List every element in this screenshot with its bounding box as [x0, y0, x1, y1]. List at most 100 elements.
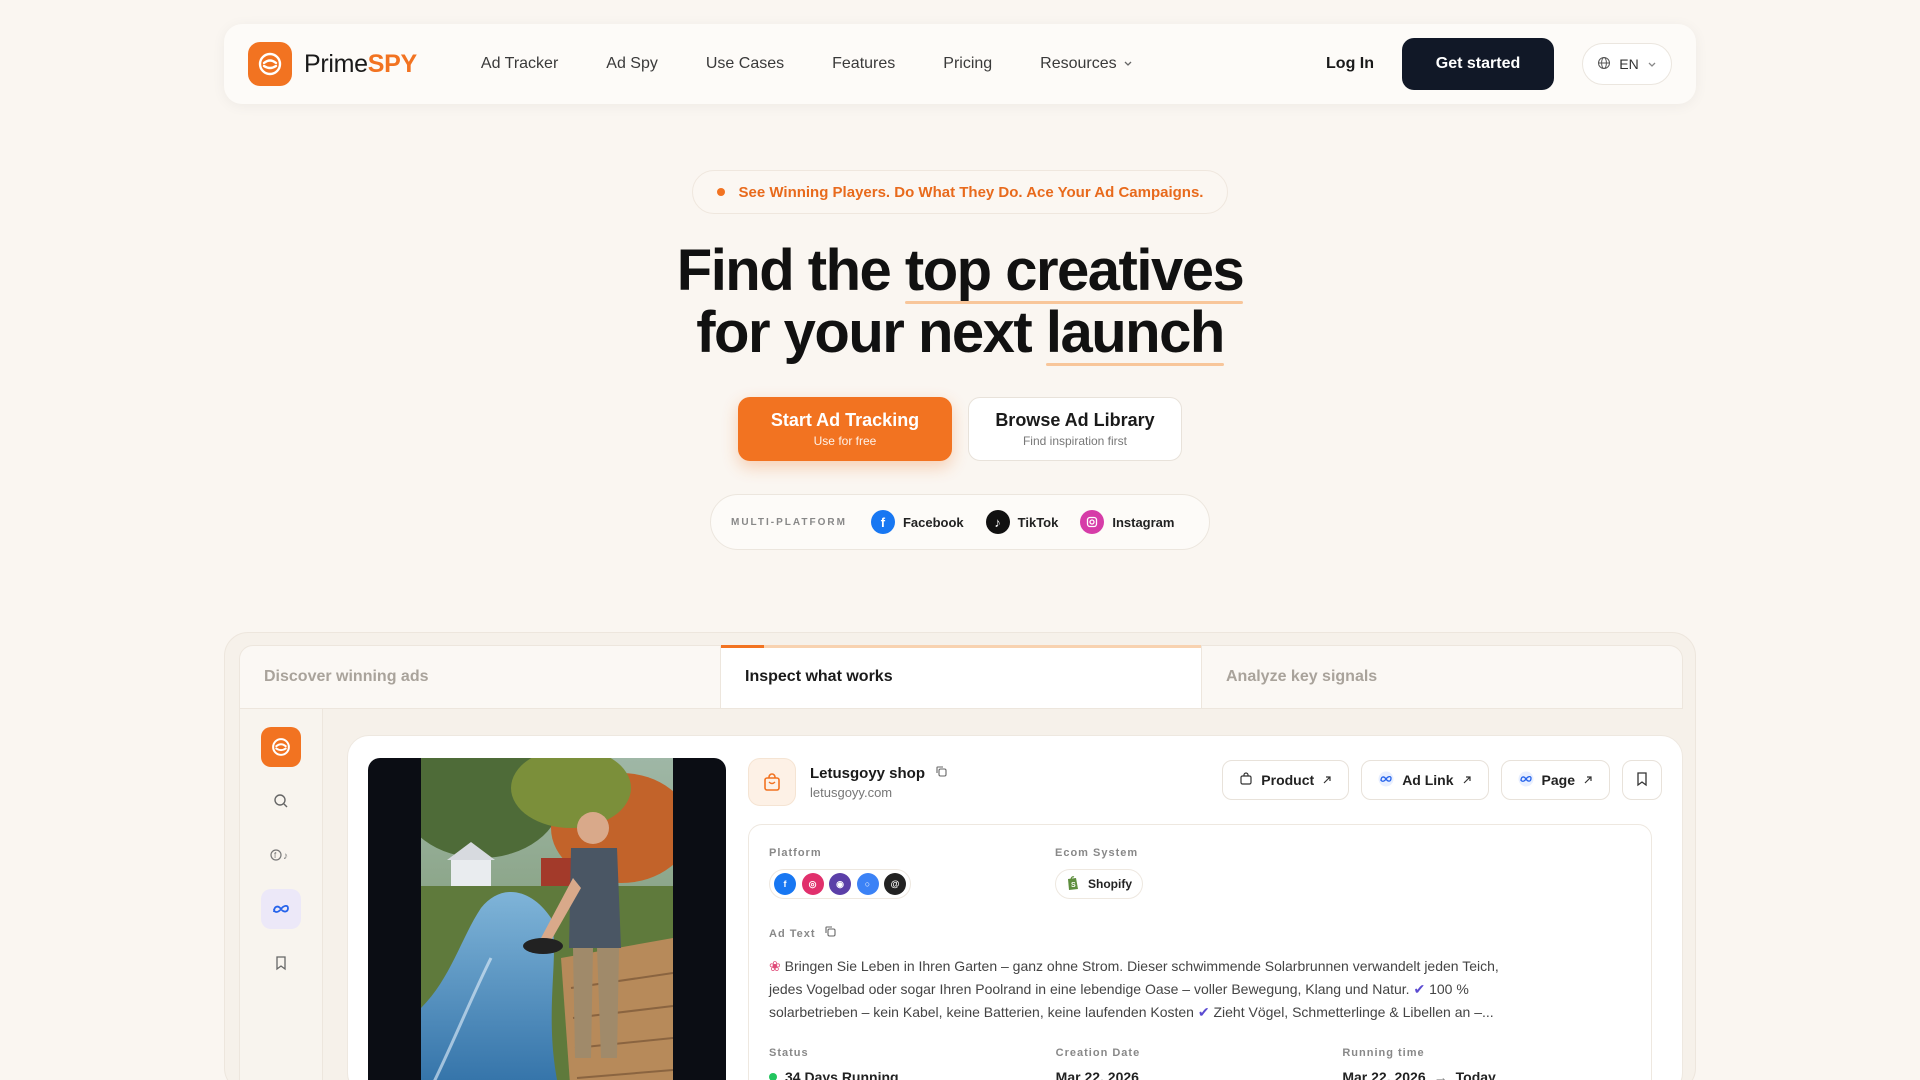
- globe-icon: [1597, 56, 1611, 73]
- platform-tiktok-label: TikTok: [1017, 514, 1059, 530]
- nav-ad-spy[interactable]: Ad Spy: [606, 55, 658, 73]
- checkmark-icon: ✔: [1413, 981, 1426, 997]
- cta-row: Start Ad Tracking Use for free Browse Ad…: [738, 397, 1182, 461]
- announcement-text: See Winning Players. Do What They Do. Ac…: [738, 183, 1204, 201]
- meta-icon: [1518, 771, 1534, 790]
- social-platforms-icon[interactable]: f ♪: [261, 835, 301, 875]
- ecom-section: Ecom System S Shopify: [1055, 847, 1143, 899]
- nav-pricing[interactable]: Pricing: [943, 55, 992, 73]
- ad-actions: Product Ad Link Page: [1222, 760, 1662, 800]
- ad-text-body: ❀ Bringen Sie Leben in Ihren Garten – ga…: [769, 958, 1499, 1020]
- platform-instagram-label: Instagram: [1112, 514, 1175, 530]
- platform-icon-row: f ◎ ◉ ○ @: [769, 869, 911, 899]
- nav-features[interactable]: Features: [832, 55, 895, 73]
- bookmark-icon[interactable]: [261, 943, 301, 983]
- ad-video-preview[interactable]: [368, 758, 726, 1080]
- shop-name-row: Letusgoyy shop: [810, 765, 948, 782]
- sidebar-logo-icon[interactable]: [261, 727, 301, 767]
- shopping-bag-icon: [1239, 771, 1253, 789]
- status-dot: [769, 1073, 777, 1080]
- showcase-tabs: Discover winning ads Inspect what works …: [239, 645, 1683, 709]
- ad-text-section: Ad Text ❀ Bringen Sie Leben in Ihren Gar…: [769, 925, 1609, 1024]
- meta-icon[interactable]: [261, 889, 301, 929]
- language-selector[interactable]: EN: [1582, 43, 1672, 85]
- ad-video-frame: [421, 758, 673, 1080]
- messenger-icon: ◉: [829, 873, 851, 895]
- get-started-button[interactable]: Get started: [1402, 38, 1554, 90]
- announcement-dot: [716, 188, 725, 196]
- shop-name: Letusgoyy shop: [810, 764, 926, 782]
- arrow-right-icon: →: [1433, 1069, 1448, 1080]
- platform-section: Platform f ◎ ◉ ○ @: [769, 847, 911, 899]
- external-link-icon: [1583, 772, 1593, 788]
- shopping-bag-icon: [748, 758, 796, 806]
- audience-network-icon: ○: [856, 873, 879, 895]
- login-link[interactable]: Log In: [1326, 55, 1374, 73]
- announcement-pill: See Winning Players. Do What They Do. Ac…: [692, 170, 1228, 214]
- search-icon[interactable]: [261, 781, 301, 821]
- platform-facebook[interactable]: f Facebook: [870, 510, 964, 534]
- tiktok-icon: ♪: [985, 510, 1010, 534]
- browse-ad-library-button[interactable]: Browse Ad Library Find inspiration first: [968, 397, 1182, 461]
- save-ad-button[interactable]: [1622, 760, 1662, 800]
- hero-highlight-2: launch: [1045, 300, 1225, 366]
- page-link-label: Page: [1541, 772, 1575, 788]
- shopify-icon: S: [1066, 875, 1080, 894]
- browse-ad-library-title: Browse Ad Library: [995, 410, 1155, 430]
- platform-label: Platform: [769, 847, 822, 859]
- brand-logo[interactable]: PrimeSPY: [248, 42, 417, 86]
- nav-resources[interactable]: Resources: [1040, 55, 1132, 73]
- creation-date-label: Creation Date: [1055, 1047, 1141, 1059]
- multi-platform-label: MULTI-PLATFORM: [731, 516, 847, 528]
- tab-discover[interactable]: Discover winning ads: [240, 646, 720, 708]
- browse-ad-library-subtitle: Find inspiration first: [1022, 434, 1128, 448]
- chevron-down-icon: [1123, 55, 1133, 73]
- threads-icon: @: [884, 873, 906, 895]
- platform-tiktok[interactable]: ♪ TikTok: [985, 510, 1059, 534]
- platform-instagram[interactable]: Instagram: [1080, 510, 1174, 534]
- svg-text:♪: ♪: [283, 851, 288, 862]
- hero-highlight-1: top creatives: [904, 238, 1245, 304]
- top-navbar: PrimeSPY Ad Tracker Ad Spy Use Cases Fea…: [224, 24, 1696, 104]
- running-from: Mar 22, 2026: [1342, 1069, 1426, 1080]
- ecom-label: Ecom System: [1055, 847, 1139, 859]
- ecom-value: Shopify: [1088, 877, 1132, 891]
- bookmark-icon: [1635, 771, 1649, 790]
- nav-use-cases[interactable]: Use Cases: [706, 55, 784, 73]
- start-ad-tracking-title: Start Ad Tracking: [770, 410, 920, 430]
- tab-inspect[interactable]: Inspect what works: [720, 645, 1202, 708]
- shop-domain[interactable]: letusgoyy.com: [810, 785, 948, 800]
- nav-ad-tracker[interactable]: Ad Tracker: [481, 55, 558, 73]
- status-value: 34 Days Running: [785, 1069, 899, 1080]
- checkmark-icon: ✔: [1197, 1004, 1210, 1020]
- brand-name: PrimeSPY: [304, 49, 417, 78]
- page-link-button[interactable]: Page: [1500, 760, 1610, 800]
- status-label: Status: [769, 1047, 809, 1059]
- nav-links: Ad Tracker Ad Spy Use Cases Features Pri…: [481, 55, 1133, 73]
- product-link-button[interactable]: Product: [1222, 760, 1350, 800]
- ad-details-panel: Platform f ◎ ◉ ○ @ Ecom System S Shopify: [748, 824, 1652, 1080]
- chevron-down-icon: [1647, 56, 1657, 72]
- instagram-icon: [1080, 510, 1105, 534]
- copy-icon[interactable]: [935, 765, 948, 782]
- product-link-label: Product: [1261, 772, 1315, 788]
- copy-icon[interactable]: [824, 925, 837, 943]
- ad-text-label: Ad Text: [769, 928, 816, 940]
- tab-analyze[interactable]: Analyze key signals: [1202, 646, 1682, 708]
- start-ad-tracking-subtitle: Use for free: [813, 434, 877, 448]
- product-showcase: Discover winning ads Inspect what works …: [224, 632, 1696, 1080]
- shop-info: Letusgoyy shop letusgoyy.com: [748, 758, 948, 806]
- running-time-label: Running time: [1342, 1047, 1425, 1059]
- multi-platform-pill: MULTI-PLATFORM f Facebook ♪ TikTok Insta…: [710, 494, 1210, 550]
- start-ad-tracking-button[interactable]: Start Ad Tracking Use for free: [738, 397, 952, 461]
- svg-text:f: f: [274, 851, 277, 860]
- ecom-badge: S Shopify: [1055, 869, 1143, 899]
- svg-text:S: S: [1071, 882, 1076, 889]
- platform-facebook-label: Facebook: [902, 514, 964, 530]
- ad-link-button[interactable]: Ad Link: [1361, 760, 1489, 800]
- language-label: EN: [1619, 56, 1639, 72]
- ad-detail-card: Letusgoyy shop letusgoyy.com Product Ad …: [347, 735, 1683, 1080]
- facebook-icon: f: [870, 510, 895, 534]
- external-link-icon: [1322, 772, 1332, 788]
- nav-resources-label: Resources: [1040, 55, 1117, 72]
